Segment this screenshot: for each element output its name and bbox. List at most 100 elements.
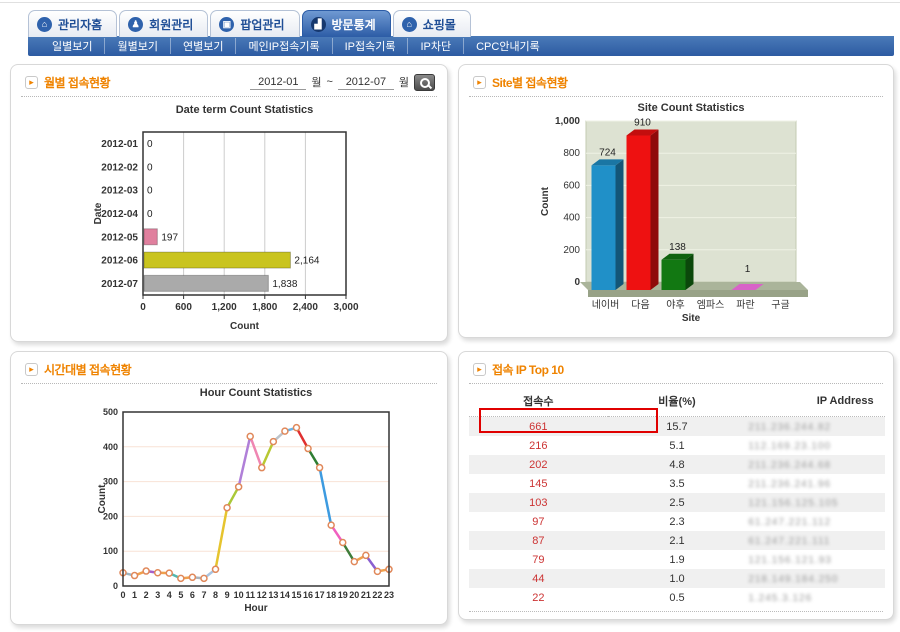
svg-text:16: 16 (303, 590, 313, 600)
ip-table-row: 2024.8211.236.244.68 (469, 455, 885, 474)
svg-text:1: 1 (132, 590, 137, 600)
date-from-input[interactable] (250, 75, 306, 90)
access-percent: 2.3 (608, 512, 747, 531)
svg-text:Count: Count (230, 321, 260, 332)
svg-text:0: 0 (147, 209, 153, 220)
svg-text:12: 12 (257, 590, 267, 600)
tab-visit-stats[interactable]: ▟ 방문통계 (302, 10, 391, 37)
ip-table-row: 220.51.245.3.126 (469, 588, 885, 607)
hour-line-chart: Hour Count Statistics0100200300400500012… (11, 384, 449, 624)
access-count: 22 (469, 588, 608, 607)
svg-text:5: 5 (178, 590, 183, 600)
ip-table-row: 791.9121.156.121.93 (469, 550, 885, 569)
svg-text:Date: Date (93, 202, 104, 224)
subnav-item-일별보기[interactable]: 일별보기 (40, 38, 104, 54)
svg-text:138: 138 (669, 242, 686, 253)
subnav-item-IP차단[interactable]: IP차단 (407, 38, 463, 54)
access-percent: 1.9 (608, 550, 747, 569)
dotted-divider (469, 383, 883, 384)
subnav-item-메인IP접속기록[interactable]: 메인IP접속기록 (235, 38, 331, 54)
tab-admin-home[interactable]: ⌂관리자홈 (28, 10, 117, 37)
panel-header: ▸ 접속 IP Top 10 (459, 352, 893, 382)
svg-text:0: 0 (113, 581, 118, 591)
monthly-bar-chart: Date term Count Statistics06001,2001,800… (11, 97, 449, 337)
ip-address-cell: 61.247.221.111 (746, 531, 885, 550)
svg-text:다음: 다음 (631, 299, 649, 311)
tab-label: 회원관리 (149, 16, 193, 33)
access-count: 79 (469, 550, 608, 569)
sub-navigation-bar: 일별보기월별보기연별보기메인IP접속기록IP접속기록IP차단CPC안내기록 (28, 36, 894, 56)
svg-text:200: 200 (563, 245, 580, 256)
subnav-item-월별보기[interactable]: 월별보기 (104, 38, 169, 54)
access-percent: 3.5 (608, 474, 747, 493)
svg-text:2012-06: 2012-06 (101, 256, 138, 267)
top-divider (0, 2, 900, 3)
tab-label: 팝업관리 (240, 16, 284, 33)
ip-table-row: 1032.5121.156.125.105 (469, 493, 885, 512)
svg-text:20: 20 (349, 590, 359, 600)
ip-address-blurred: 112.169.23.100 (748, 441, 831, 452)
svg-text:엠파스: 엠파스 (697, 299, 725, 311)
subnav-item-CPC안내기록[interactable]: CPC안내기록 (463, 38, 552, 54)
panel-bullet-icon: ▸ (25, 363, 38, 376)
tab-popup[interactable]: ▣팝업관리 (210, 10, 299, 37)
tab-label: 관리자홈 (58, 16, 102, 33)
ip-table-row: 441.0218.149.184.250 (469, 569, 885, 588)
svg-text:6: 6 (190, 590, 195, 600)
tab-members[interactable]: ♟회원관리 (119, 10, 208, 37)
ip-address-cell: 1.245.3.126 (746, 588, 885, 607)
ip-address-cell: 218.149.184.250 (746, 569, 885, 588)
ip-table-row: 2165.1112.169.23.100 (469, 436, 885, 455)
svg-text:구글: 구글 (771, 299, 789, 311)
panel-bullet-icon: ▸ (25, 76, 38, 89)
svg-text:0: 0 (140, 302, 146, 313)
svg-text:11: 11 (245, 590, 255, 600)
ip-address-cell: 121.156.125.105 (746, 493, 885, 512)
panel-monthly-access: ▸ 월별 접속현황 월 ~ 월 Date term Count Statisti… (10, 64, 448, 342)
svg-text:800: 800 (563, 148, 580, 159)
svg-text:야후: 야후 (666, 299, 684, 311)
svg-text:23: 23 (384, 590, 394, 600)
access-count: 44 (469, 569, 608, 588)
subnav-item-연별보기[interactable]: 연별보기 (170, 38, 235, 54)
svg-text:13: 13 (268, 590, 278, 600)
panel-header: ▸ Site별 접속현황 (459, 65, 893, 95)
ip-address-blurred: 211.236.241.96 (748, 479, 831, 490)
panel-title-monthly: 월별 접속현황 (44, 74, 110, 91)
svg-text:15: 15 (291, 590, 301, 600)
ip-address-cell: 61.247.221.112 (746, 512, 885, 531)
svg-text:1,838: 1,838 (272, 279, 297, 290)
magnifier-icon (420, 78, 430, 88)
date-to-input[interactable] (338, 75, 394, 90)
access-count: 216 (469, 436, 608, 455)
panel-header: ▸ 시간대별 접속현황 (11, 352, 447, 382)
panel-ip-top10: ▸ 접속 IP Top 10 접속수 비율(%) IP Address 6611… (458, 351, 894, 620)
access-percent: 5.1 (608, 436, 747, 455)
svg-text:0: 0 (147, 162, 153, 173)
access-percent: 2.5 (608, 493, 747, 512)
visit-stats-icon: ▟ (311, 17, 326, 32)
svg-text:19: 19 (338, 590, 348, 600)
svg-text:2012-04: 2012-04 (101, 209, 138, 220)
access-percent: 4.8 (608, 455, 747, 474)
ip-address-blurred: 61.247.221.111 (748, 536, 830, 547)
shop-icon: ⌂ (402, 17, 417, 32)
svg-text:3,000: 3,000 (333, 302, 358, 313)
access-percent: 2.1 (608, 531, 747, 550)
ip-address-blurred: 1.245.3.126 (748, 593, 812, 604)
svg-text:2,400: 2,400 (293, 302, 318, 313)
tab-label: 방문통계 (332, 16, 376, 33)
svg-text:724: 724 (599, 147, 616, 158)
ip-address-cell: 211.236.244.68 (746, 455, 885, 474)
svg-text:7: 7 (201, 590, 206, 600)
subnav-item-IP접속기록[interactable]: IP접속기록 (332, 38, 408, 54)
svg-text:500: 500 (103, 407, 118, 417)
svg-text:400: 400 (563, 213, 580, 224)
svg-text:0: 0 (147, 139, 153, 150)
col-header-ip: IP Address (746, 386, 885, 417)
svg-text:2,164: 2,164 (294, 256, 319, 267)
ip-address-cell: 211.236.241.96 (746, 474, 885, 493)
search-button[interactable] (414, 74, 435, 91)
svg-text:600: 600 (563, 180, 580, 191)
tab-shop[interactable]: ⌂쇼핑몰 (393, 10, 471, 37)
